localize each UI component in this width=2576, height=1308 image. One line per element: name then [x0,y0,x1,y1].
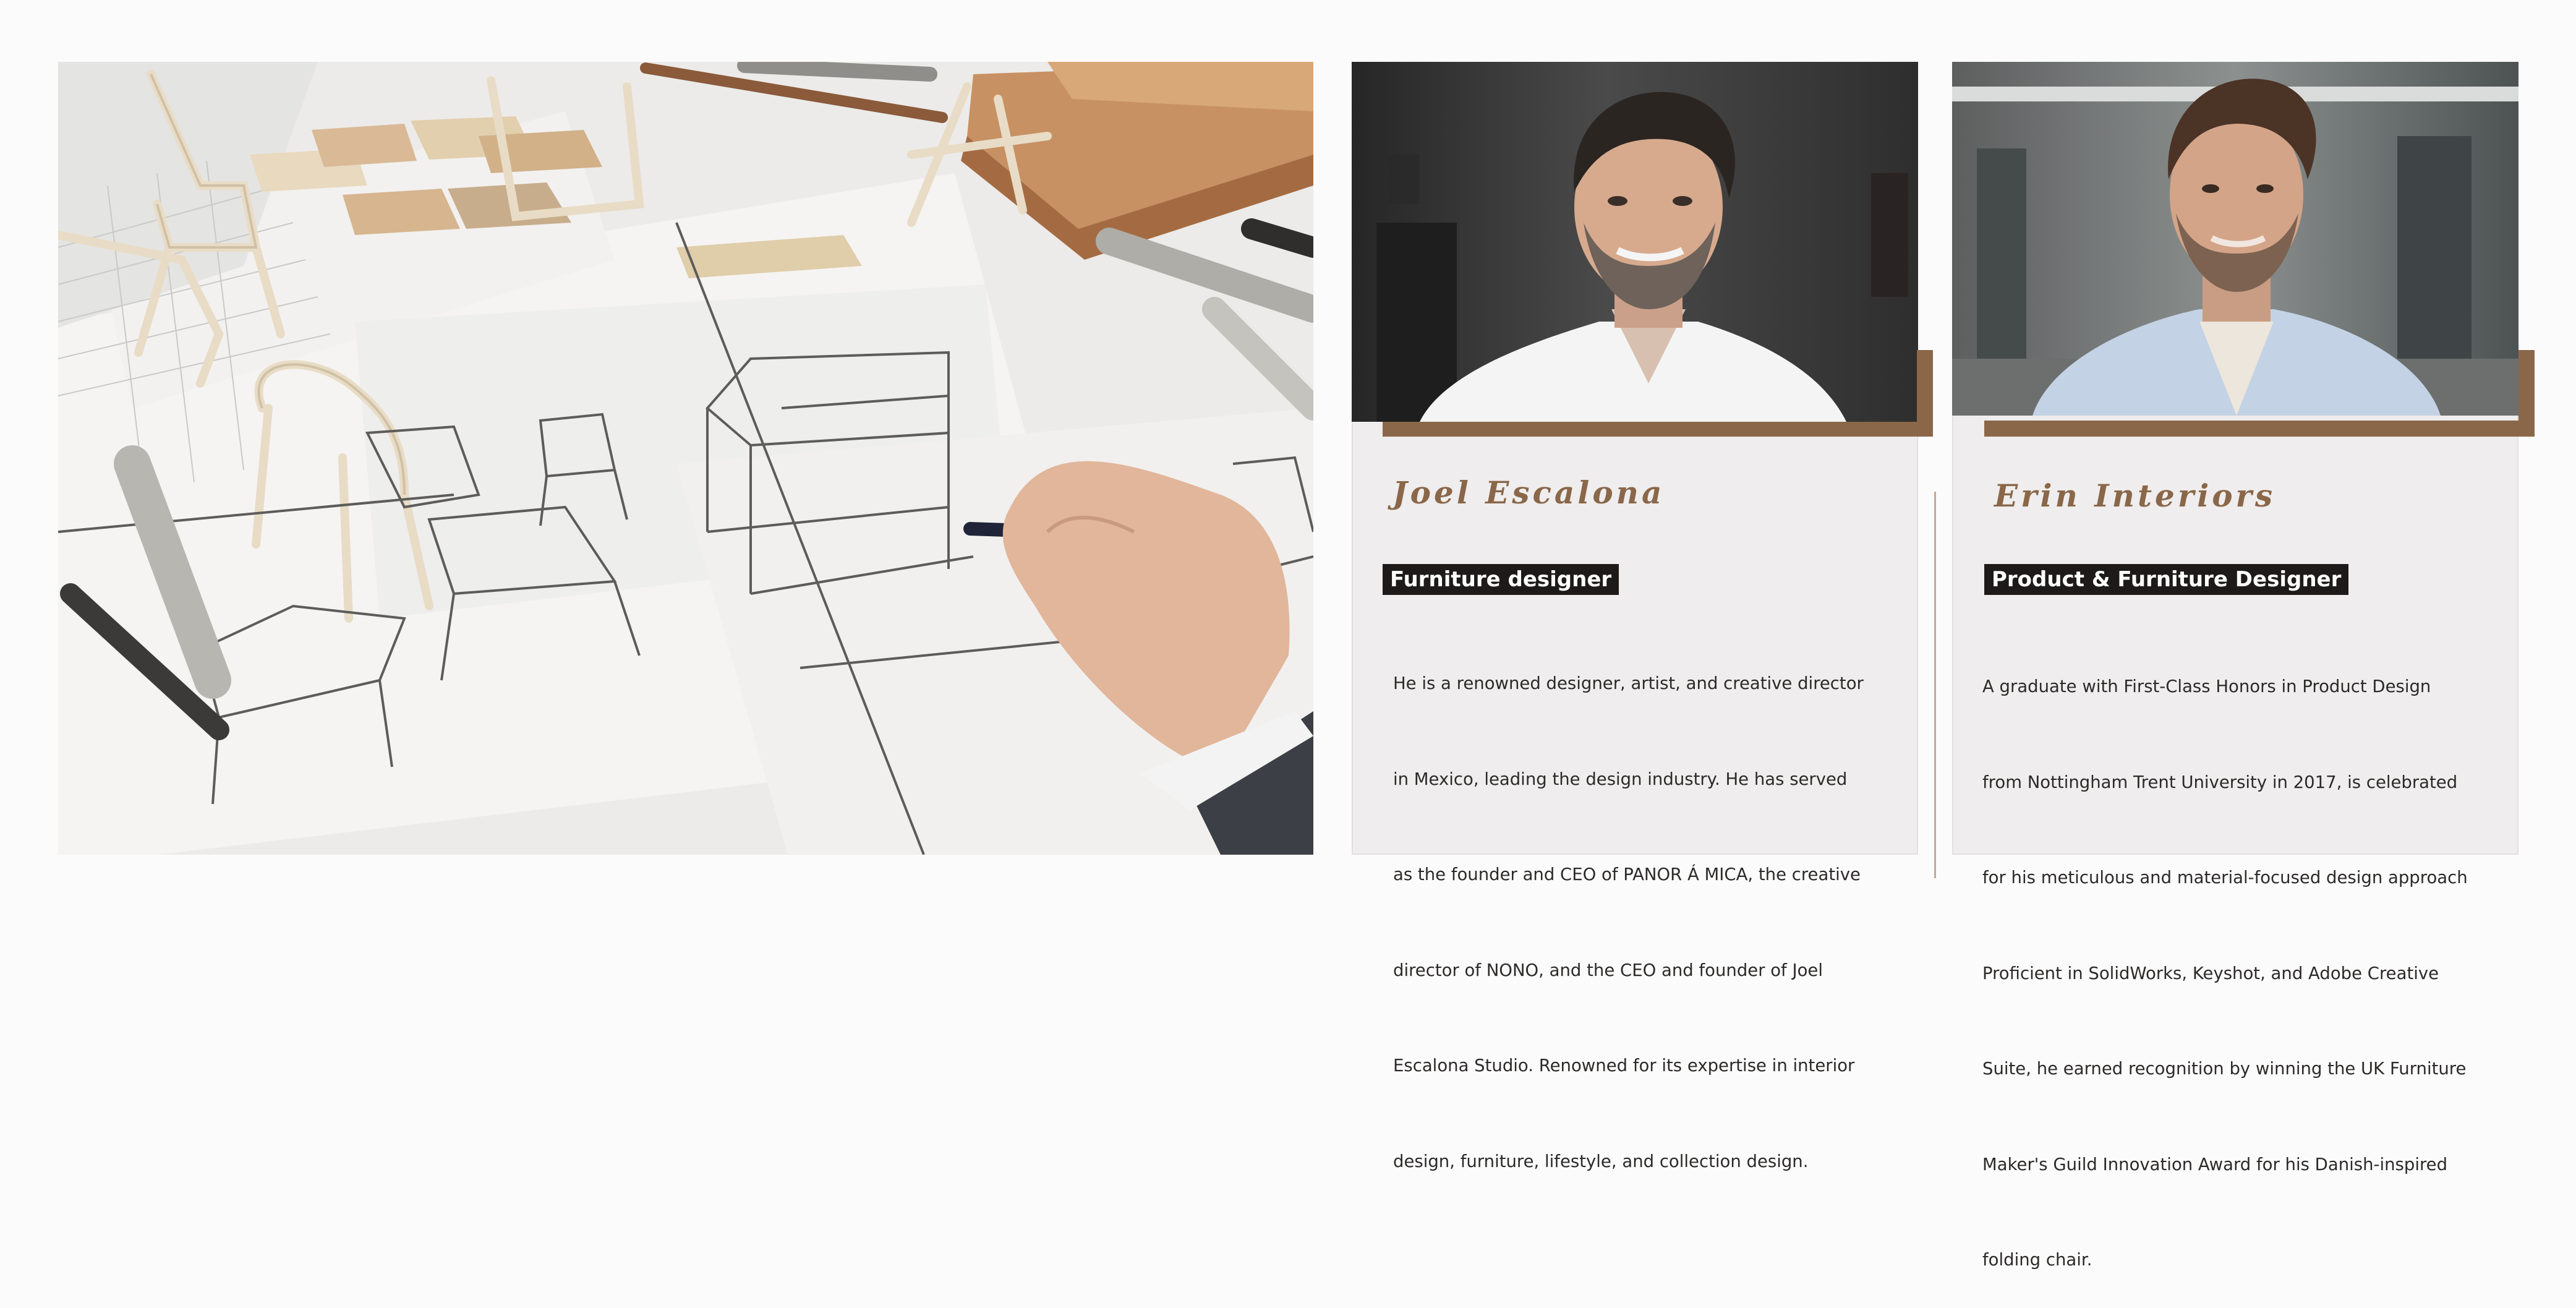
bio-line: He is a renowned designer, artist, and c… [1393,673,1864,693]
designer-bio: He is a renowned designer, artist, and c… [1393,604,1864,1210]
bio-line: Proficient in SolidWorks, Keyshot, and A… [1982,963,2439,983]
bio-line: Suite, he earned recognition by winning … [1982,1059,2467,1079]
designer-photo-erin [1952,62,2518,416]
accent-bar-horizontal [1383,422,1933,437]
card-divider [1934,492,1936,878]
bio-line: director of NONO, and the CEO and founde… [1393,960,1823,980]
accent-bar-vertical [1917,350,1933,437]
designer-name: Joel Escalona [1392,474,1665,511]
furniture-sketch-illustration [58,62,1313,855]
portrait-photo-icon [1352,62,1918,422]
accent-bar-vertical [2518,350,2535,437]
accent-bar-horizontal [1984,421,2535,437]
bio-line: folding chair. [1982,1250,2092,1270]
designer-name: Erin Interiors [1994,477,2276,514]
bio-line: from Nottingham Trent University in 2017… [1982,772,2458,792]
designer-bio: A graduate with First-Class Honors in Pr… [1982,607,2468,1308]
bio-line: A graduate with First-Class Honors in Pr… [1982,677,2431,696]
bio-line: as the founder and CEO of PANOR Á MICA, … [1393,865,1861,884]
bio-line: for his meticulous and material-focused … [1982,868,2468,887]
bio-line: design, furniture, lifestyle, and collec… [1393,1151,1809,1171]
bio-line: Maker's Guild Innovation Award for his D… [1982,1154,2448,1174]
designer-photo-joel [1352,62,1918,422]
designer-role-badge: Furniture designer [1383,564,1619,595]
portrait-photo-icon [1952,62,2518,416]
designer-role-badge: Product & Furniture Designer [1984,564,2349,595]
hero-image [58,62,1313,855]
bio-line: in Mexico, leading the design industry. … [1393,769,1848,789]
bio-line: Escalona Studio. Renowned for its expert… [1393,1056,1855,1075]
